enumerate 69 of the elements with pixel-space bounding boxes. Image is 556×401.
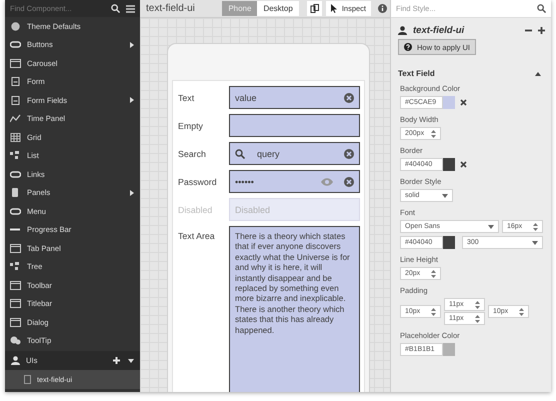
color-swatch[interactable]: [443, 343, 455, 356]
caret-icon[interactable]: [488, 224, 494, 228]
field-label: Password: [177, 176, 218, 186]
component-icon: [10, 318, 21, 327]
component-icon: [10, 40, 21, 50]
component-icon: [10, 299, 21, 308]
info-icon[interactable]: [378, 4, 387, 13]
field-label: Text: [177, 92, 196, 102]
document-icon: [24, 375, 31, 384]
text-field[interactable]: value: [229, 86, 360, 109]
user-icon: [11, 356, 20, 365]
text-field[interactable]: [229, 114, 360, 137]
search-icon: [235, 148, 245, 158]
component-icon: [10, 244, 21, 253]
component-icon: [10, 96, 21, 105]
stepper-icon[interactable]: [431, 308, 436, 316]
stepper-icon[interactable]: [431, 130, 436, 138]
clear-icon[interactable]: [460, 99, 467, 106]
text-field[interactable]: query: [229, 142, 360, 165]
clear-icon[interactable]: [460, 161, 467, 168]
color-swatch[interactable]: [443, 236, 455, 249]
caret-icon[interactable]: [128, 358, 134, 362]
caret-icon[interactable]: [535, 72, 541, 76]
color-swatch[interactable]: [443, 96, 455, 109]
stepper-icon[interactable]: [519, 308, 524, 316]
submenu-arrow-icon: [130, 97, 134, 104]
device-tab[interactable]: Desktop: [257, 1, 299, 16]
add-icon[interactable]: [538, 27, 545, 34]
component-icon: [10, 22, 21, 31]
component-icon: [10, 58, 21, 68]
page-title: text-field-ui: [146, 3, 196, 14]
help-icon: [404, 43, 412, 51]
component-icon: [10, 188, 21, 198]
search-icon[interactable]: [537, 4, 546, 13]
text-area[interactable]: There is a theory which states that if ever anyone discovers exactly what the Universe is for and why it is here, it will instantly disappear and be replaced by something even more bizarre and inexplicable. There is another theory which states that this has already happened.: [229, 226, 360, 392]
stepper-icon[interactable]: [475, 300, 480, 308]
rotate-device-button[interactable]: [306, 1, 322, 16]
component-icon: [10, 77, 21, 86]
caret-icon[interactable]: [442, 194, 448, 198]
menu-icon[interactable]: [126, 4, 135, 12]
clear-icon[interactable]: [344, 176, 354, 186]
ui-name: text-field-ui: [413, 25, 466, 36]
search-icon[interactable]: [111, 4, 120, 13]
clear-icon[interactable]: [344, 148, 354, 158]
stepper-icon[interactable]: [475, 314, 480, 322]
clear-icon[interactable]: [344, 92, 354, 102]
submenu-arrow-icon: [130, 42, 134, 48]
color-swatch[interactable]: [443, 158, 455, 171]
field-label: Disabled: [177, 204, 214, 214]
component-icon: [10, 206, 21, 216]
user-icon: [398, 26, 407, 35]
component-icon: [10, 262, 21, 272]
component-icon: [10, 132, 21, 142]
component-icon: [10, 170, 21, 179]
component-icon: [10, 151, 21, 160]
stepper-icon[interactable]: [431, 270, 436, 278]
field-label: Text Area: [177, 230, 216, 241]
pointer-icon: [330, 4, 337, 13]
caret-icon[interactable]: [532, 240, 538, 244]
component-icon: [10, 114, 21, 124]
submenu-arrow-icon: [130, 190, 134, 196]
section-header[interactable]: Text Field: [391, 55, 551, 82]
stepper-icon[interactable]: [533, 222, 538, 230]
minus-icon[interactable]: [525, 27, 532, 34]
field-label: Empty: [177, 120, 204, 130]
field-label: Search: [177, 148, 207, 158]
component-icon: [10, 336, 21, 346]
text-field[interactable]: ••••••: [229, 170, 360, 193]
component-icon: [10, 280, 21, 290]
